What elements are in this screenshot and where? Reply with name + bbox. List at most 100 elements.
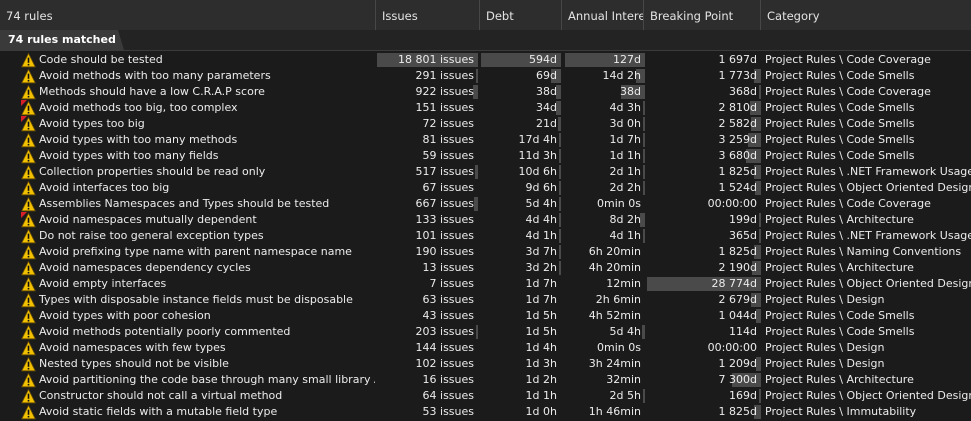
category-cell: Project Rules \ Architecture bbox=[765, 261, 914, 274]
annual-interest-cell: 127d bbox=[613, 53, 641, 66]
rule-name[interactable]: Avoid interfaces too big bbox=[37, 180, 375, 196]
table-row[interactable]: Avoid types with poor cohesion 43 issues 1… bbox=[0, 308, 971, 324]
rule-name[interactable]: Code should be tested bbox=[37, 52, 375, 68]
annual-interest-cell: 4d 1h bbox=[609, 229, 641, 242]
category-cell: Project Rules \ Code Smells bbox=[765, 149, 915, 162]
table-row[interactable]: Avoid types with too many fields 59 issue… bbox=[0, 148, 971, 164]
debt-cell: 3d 7h bbox=[525, 245, 557, 258]
table-row[interactable]: Do not raise too general exception types… bbox=[0, 228, 971, 244]
breaking-point-cell: 2 190d bbox=[718, 261, 757, 274]
category-cell: Project Rules \ Code Smells bbox=[765, 69, 915, 82]
debt-cell: 594d bbox=[529, 53, 557, 66]
category-cell: Project Rules \ Design bbox=[765, 341, 885, 354]
breaking-point-cell: 7 300d bbox=[718, 373, 757, 386]
issues-cell: 133 issues bbox=[415, 213, 474, 226]
annual-interest-cell: 2d 2h bbox=[609, 181, 641, 194]
annual-interest-cell: 1d 7h bbox=[609, 133, 641, 146]
breaking-point-cell: 3 680d bbox=[718, 149, 757, 162]
column-header-issues[interactable]: Issues bbox=[376, 0, 480, 30]
rule-name[interactable]: Nested types should not be visible bbox=[37, 356, 375, 372]
breaking-point-cell: 1 697d bbox=[718, 53, 757, 66]
warning-icon bbox=[21, 84, 36, 100]
table-row[interactable]: Avoid namespaces mutually dependent 133 i… bbox=[0, 212, 971, 228]
warning-icon bbox=[21, 388, 36, 404]
warning-icon bbox=[21, 68, 36, 84]
rule-name[interactable]: Avoid types with poor cohesion bbox=[37, 308, 375, 324]
column-header-annual-interest[interactable]: Annual Intere bbox=[562, 0, 644, 30]
table-row[interactable]: Avoid types too big 72 issues 21d 3d 0h 2 58… bbox=[0, 116, 971, 132]
table-row[interactable]: Avoid methods potentially poorly comment… bbox=[0, 324, 971, 340]
rule-name[interactable]: Avoid namespaces mutually dependent bbox=[37, 212, 375, 228]
column-header-rules[interactable]: 74 rules bbox=[0, 0, 376, 30]
category-cell: Project Rules \ Code Coverage bbox=[765, 85, 931, 98]
breaking-point-cell: 28 774d bbox=[711, 277, 757, 290]
annual-interest-cell: 5d 4h bbox=[609, 325, 641, 338]
issues-cell: 13 issues bbox=[422, 261, 474, 274]
debt-cell: 1d 5h bbox=[525, 325, 557, 338]
breaking-point-cell: 1 825d bbox=[718, 245, 757, 258]
annual-interest-cell: 1h 46min bbox=[588, 405, 641, 418]
annual-interest-cell: 4h 52min bbox=[588, 309, 641, 322]
table-row[interactable]: Types with disposable instance fields mu… bbox=[0, 292, 971, 308]
category-cell: Project Rules \ Naming Conventions bbox=[765, 245, 962, 258]
table-row[interactable]: Avoid partitioning the code base through… bbox=[0, 372, 971, 388]
debt-cell: 1d 7h bbox=[525, 277, 557, 290]
rule-name[interactable]: Avoid namespaces dependency cycles bbox=[37, 260, 375, 276]
breaking-point-cell: 3 259d bbox=[718, 133, 757, 146]
issues-cell: 53 issues bbox=[422, 405, 474, 418]
table-row[interactable]: Avoid methods too big, too complex 151 is… bbox=[0, 100, 971, 116]
debt-cell: 5d 4h bbox=[525, 197, 557, 210]
rule-name[interactable]: Avoid namespaces with few types bbox=[37, 340, 375, 356]
table-row[interactable]: Avoid types with too many methods 81 issu… bbox=[0, 132, 971, 148]
table-row[interactable]: Collection properties should be read onl… bbox=[0, 164, 971, 180]
rule-name[interactable]: Avoid methods with too many parameters bbox=[37, 68, 375, 84]
table-row[interactable]: Constructor should not call a virtual me… bbox=[0, 388, 971, 404]
rule-name[interactable]: Avoid methods too big, too complex bbox=[37, 100, 375, 116]
rule-name[interactable]: Avoid empty interfaces bbox=[37, 276, 375, 292]
breaking-point-cell: 199d bbox=[729, 213, 757, 226]
warning-icon bbox=[21, 100, 36, 116]
warning-icon bbox=[21, 404, 36, 420]
group-label[interactable]: 74 rules matched bbox=[0, 30, 124, 50]
rule-name[interactable]: Do not raise too general exception types bbox=[37, 228, 375, 244]
issues-cell: 63 issues bbox=[422, 293, 474, 306]
rule-name[interactable]: Avoid partitioning the code base through… bbox=[37, 372, 375, 388]
warning-icon bbox=[21, 356, 36, 372]
warning-icon bbox=[21, 292, 36, 308]
warning-icon bbox=[21, 260, 36, 276]
rule-name[interactable]: Types with disposable instance fields mu… bbox=[37, 292, 375, 308]
debt-cell: 1d 4h bbox=[525, 341, 557, 354]
table-row[interactable]: Code should be tested 18 801 issues 594d 12… bbox=[0, 52, 971, 68]
table-row[interactable]: Avoid methods with too many parameters 29… bbox=[0, 68, 971, 84]
column-header-breaking-point[interactable]: Breaking Point bbox=[644, 0, 761, 30]
table-row[interactable]: Avoid static fields with a mutable field… bbox=[0, 404, 971, 420]
category-cell: Project Rules \ Immutability bbox=[765, 405, 917, 418]
rule-name[interactable]: Avoid types with too many fields bbox=[37, 148, 375, 164]
breaking-point-cell: 169d bbox=[729, 389, 757, 402]
rule-name[interactable]: Avoid static fields with a mutable field… bbox=[37, 404, 375, 420]
rule-name[interactable]: Avoid prefixing type name with parent na… bbox=[37, 244, 375, 260]
rule-name[interactable]: Avoid types with too many methods bbox=[37, 132, 375, 148]
table-row[interactable]: Avoid namespaces dependency cycles 13 iss… bbox=[0, 260, 971, 276]
rule-name[interactable]: Constructor should not call a virtual me… bbox=[37, 388, 375, 404]
debt-cell: 3d 2h bbox=[525, 261, 557, 274]
column-header-debt[interactable]: Debt bbox=[480, 0, 562, 30]
rule-name[interactable]: Avoid methods potentially poorly comment… bbox=[37, 324, 375, 340]
table-row[interactable]: Avoid namespaces with few types 144 issue… bbox=[0, 340, 971, 356]
category-cell: Project Rules \ Architecture bbox=[765, 373, 914, 386]
rule-name[interactable]: Collection properties should be read onl… bbox=[37, 164, 375, 180]
category-cell: Project Rules \ Object Oriented Design bbox=[765, 181, 971, 194]
rule-name[interactable]: Methods should have a low C.R.A.P score bbox=[37, 84, 375, 100]
table-row[interactable]: Nested types should not be visible 102 is… bbox=[0, 356, 971, 372]
table-row[interactable]: Methods should have a low C.R.A.P score 9… bbox=[0, 84, 971, 100]
table-row[interactable]: Avoid interfaces too big 67 issues 9d 6h 2d… bbox=[0, 180, 971, 196]
column-header-category[interactable]: Category bbox=[761, 0, 971, 30]
debt-cell: 1d 3h bbox=[525, 357, 557, 370]
warning-icon bbox=[21, 276, 36, 292]
rule-name[interactable]: Assemblies Namespaces and Types should b… bbox=[37, 196, 375, 212]
table-row[interactable]: Avoid prefixing type name with parent na… bbox=[0, 244, 971, 260]
warning-icon bbox=[21, 212, 36, 228]
table-row[interactable]: Avoid empty interfaces 7 issues 1d 7h 12min… bbox=[0, 276, 971, 292]
table-row[interactable]: Assemblies Namespaces and Types should b… bbox=[0, 196, 971, 212]
rule-name[interactable]: Avoid types too big bbox=[37, 116, 375, 132]
